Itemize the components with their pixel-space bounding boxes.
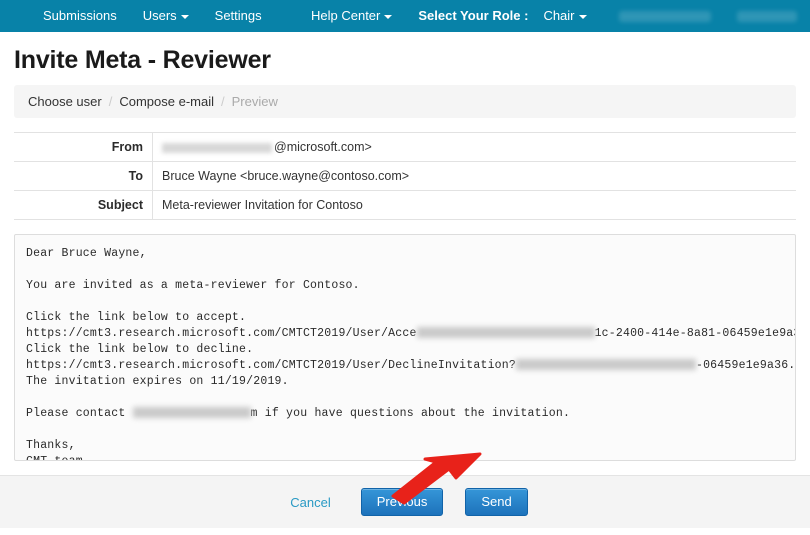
email-body-text: Click the link below to decline. [26, 343, 254, 356]
nav-item-help-center[interactable]: Help Center [298, 0, 405, 32]
email-body-text: The invitation expires on 11/19/2019. [26, 375, 289, 388]
email-body-text: Dear Bruce Wayne, [26, 247, 147, 260]
nav-label-select-your-role: Select Your Role : [405, 0, 530, 32]
email-body-text: You are invited as a meta-reviewer for C… [26, 279, 360, 292]
breadcrumb-step-choose-user[interactable]: Choose user [28, 94, 102, 109]
email-body-line: CMT team [26, 454, 784, 460]
email-body-text: CMT team [26, 455, 83, 460]
chevron-down-icon [384, 15, 393, 19]
table-row: From @microsoft.com> [14, 132, 796, 162]
email-body-line [26, 422, 784, 438]
field-label-to: To [14, 161, 153, 191]
email-body-line: Dear Bruce Wayne, [26, 246, 784, 262]
send-button[interactable]: Send [465, 488, 528, 516]
top-navigation-bar: Submissions Users Settings Help Center S… [0, 0, 810, 32]
field-value-from: @microsoft.com> [152, 132, 796, 162]
nav-item-users[interactable]: Users [130, 0, 202, 32]
breadcrumb: Choose user / Compose e-mail / Preview [14, 85, 796, 118]
nav-item-redacted-secondary[interactable] [724, 10, 810, 22]
field-label-from: From [14, 132, 153, 162]
nav-item-role-chair[interactable]: Chair [530, 0, 599, 32]
table-row: Subject Meta-reviewer Invitation for Con… [14, 190, 796, 220]
email-body-line: https://cmt3.research.microsoft.com/CMTC… [26, 326, 795, 342]
breadcrumb-step-preview: Preview [231, 94, 278, 109]
field-value-to: Bruce Wayne <bruce.wayne@contoso.com> [152, 161, 796, 191]
nav-item-label: Users [142, 8, 177, 23]
redacted-text-block [162, 142, 272, 153]
email-body-text: m if you have questions about the invita… [250, 407, 571, 420]
cancel-button[interactable]: Cancel [282, 491, 338, 514]
table-row: To Bruce Wayne <bruce.wayne@contoso.com> [14, 161, 796, 191]
redacted-text-block [416, 327, 595, 339]
redacted-text-block [515, 359, 696, 371]
redacted-text-block [619, 10, 711, 22]
nav-item-redacted-account[interactable] [606, 10, 724, 22]
breadcrumb-step-compose-email[interactable]: Compose e-mail [119, 94, 214, 109]
nav-item-settings[interactable]: Settings [202, 0, 275, 32]
page-title: Invite Meta - Reviewer [14, 46, 271, 74]
email-body-text: Click the link below to accept. [26, 311, 247, 324]
breadcrumb-separator: / [221, 94, 225, 109]
email-body-text: Thanks, [26, 439, 76, 452]
nav-item-label: Select Your Role : [418, 8, 529, 23]
nav-item-submissions[interactable]: Submissions [30, 0, 130, 32]
redacted-text-block [132, 407, 251, 419]
breadcrumb-separator: / [108, 94, 113, 109]
action-footer: Cancel Previous Send [0, 475, 810, 528]
field-value-subject: Meta-reviewer Invitation for Contoso [152, 190, 796, 220]
email-body-line [26, 262, 784, 278]
email-body-text: https://cmt3.research.microsoft.com/CMTC… [26, 359, 516, 372]
chevron-down-icon [180, 15, 189, 19]
nav-item-label: Settings [214, 8, 262, 23]
email-body-text: https://cmt3.research.microsoft.com/CMTC… [26, 327, 417, 340]
email-body-line [26, 294, 784, 310]
email-body-line: Please contact m if you have questions a… [26, 406, 784, 422]
email-body-line: The invitation expires on 11/19/2019. [26, 374, 784, 390]
email-body-line: Thanks, [26, 438, 784, 454]
email-body-line: Click the link below to decline. [26, 342, 784, 358]
email-body-preview: Dear Bruce Wayne, You are invited as a m… [14, 234, 796, 461]
email-body-line [26, 390, 784, 406]
email-body-line: Click the link below to accept. [26, 310, 784, 326]
field-label-subject: Subject [14, 190, 153, 220]
chevron-down-icon [578, 15, 587, 19]
nav-item-label: Help Center [311, 8, 381, 23]
email-body-text: -06459e1e9a36. [695, 359, 796, 372]
nav-item-label: Chair [543, 8, 575, 23]
email-body-text: Please contact [26, 407, 133, 420]
nav-item-label: Submissions [43, 8, 117, 23]
from-domain-text: @microsoft.com> [274, 140, 372, 154]
redacted-text-block [737, 10, 797, 22]
email-body-line: https://cmt3.research.microsoft.com/CMTC… [26, 358, 795, 374]
email-body-line: You are invited as a meta-reviewer for C… [26, 278, 784, 294]
email-header-table: From @microsoft.com> To Bruce Wayne <bru… [14, 132, 796, 220]
previous-button[interactable]: Previous [360, 488, 444, 516]
email-body-text: 1c-2400-414e-8a81-06459e1e9a36. [594, 327, 796, 340]
